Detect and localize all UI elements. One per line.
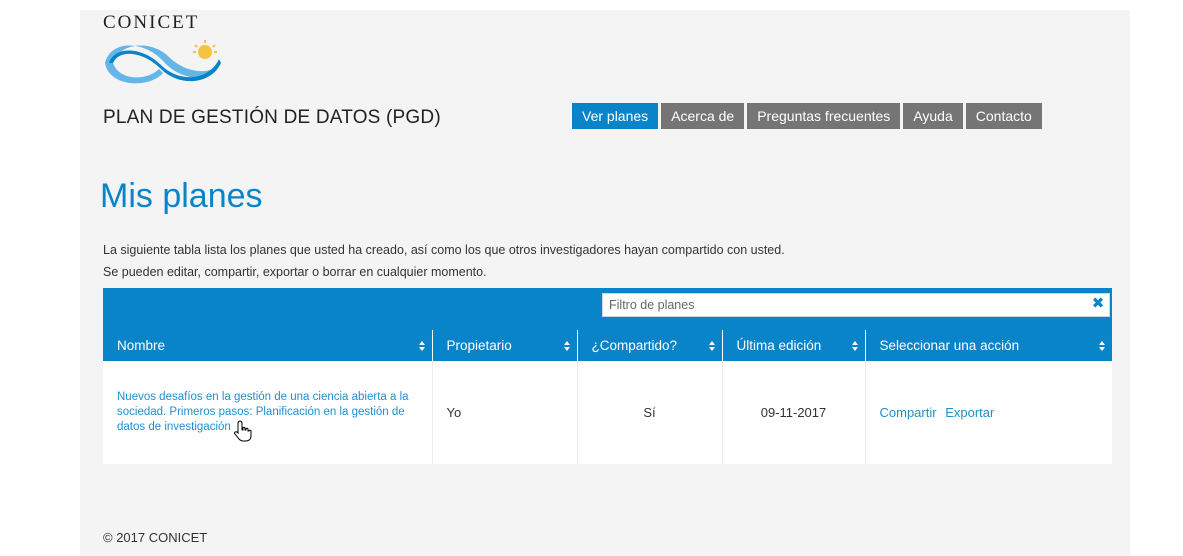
export-link[interactable]: Exportar — [945, 405, 994, 420]
column-label: ¿Compartido? — [591, 338, 678, 353]
main-nav: Ver planes Acerca de Preguntas frecuente… — [572, 103, 1042, 129]
cell-owner: Yo — [432, 361, 578, 464]
conicet-logo[interactable] — [101, 37, 225, 87]
cell-shared: Sí — [577, 361, 723, 464]
sort-both-icon — [851, 341, 858, 351]
plans-table-container: ✖ Nombre Propietario ¿Compartido? — [103, 288, 1112, 464]
cell-name: Nuevos desafíos en la gestión de una cie… — [103, 361, 433, 464]
hand-pointer-icon — [234, 420, 252, 442]
site-title: PLAN DE GESTIÓN DE DATOS (PGD) — [103, 107, 441, 128]
column-label: Propietario — [446, 338, 512, 353]
table-row: Nuevos desafíos en la gestión de una cie… — [103, 361, 1112, 464]
brand-name: CONICET — [103, 12, 200, 33]
column-header-nombre[interactable]: Nombre — [103, 330, 433, 361]
sort-both-icon — [418, 341, 425, 351]
column-header-ultima-edicion[interactable]: Última edición — [722, 330, 866, 361]
intro-text: La siguiente tabla lista los planes que … — [103, 239, 785, 283]
column-label: Última edición — [736, 338, 822, 353]
intro-line-2: Se pueden editar, compartir, exportar o … — [103, 265, 487, 279]
page-title: Mis planes — [100, 177, 263, 215]
nav-contacto[interactable]: Contacto — [965, 103, 1042, 129]
page-container: CONICET PLAN DE GESTIÓN DE DATOS (PGD) V… — [80, 10, 1130, 556]
table-header-row: Nombre Propietario ¿Compartido? Última e… — [103, 330, 1112, 361]
sun-icon — [193, 40, 217, 59]
close-icon[interactable]: ✖ — [1091, 296, 1105, 312]
column-label: Seleccionar una acción — [879, 338, 1020, 353]
nav-preguntas-frecuentes[interactable]: Preguntas frecuentes — [747, 103, 901, 129]
column-label: Nombre — [117, 338, 166, 353]
sort-both-icon — [708, 341, 715, 351]
nav-ayuda[interactable]: Ayuda — [903, 103, 963, 129]
column-header-accion[interactable]: Seleccionar una acción — [865, 330, 1112, 361]
column-header-propietario[interactable]: Propietario — [432, 330, 578, 361]
filter-input[interactable] — [602, 293, 1110, 317]
column-header-compartido[interactable]: ¿Compartido? — [577, 330, 723, 361]
plans-table: Nombre Propietario ¿Compartido? Última e… — [103, 330, 1112, 464]
nav-ver-planes[interactable]: Ver planes — [572, 103, 659, 129]
nav-acerca-de[interactable]: Acerca de — [661, 103, 745, 129]
intro-line-1: La siguiente tabla lista los planes que … — [103, 243, 785, 257]
plan-link[interactable]: Nuevos desafíos en la gestión de una cie… — [117, 390, 418, 435]
filter-bar: ✖ — [103, 288, 1112, 330]
sort-both-icon — [563, 341, 570, 351]
share-link[interactable]: Compartir — [880, 405, 937, 420]
footer-copyright: © 2017 CONICET — [103, 530, 208, 545]
cell-last-edit: 09-11-2017 — [722, 361, 866, 464]
cell-actions: Compartir Exportar — [865, 361, 1112, 464]
sort-both-icon — [1099, 341, 1105, 351]
